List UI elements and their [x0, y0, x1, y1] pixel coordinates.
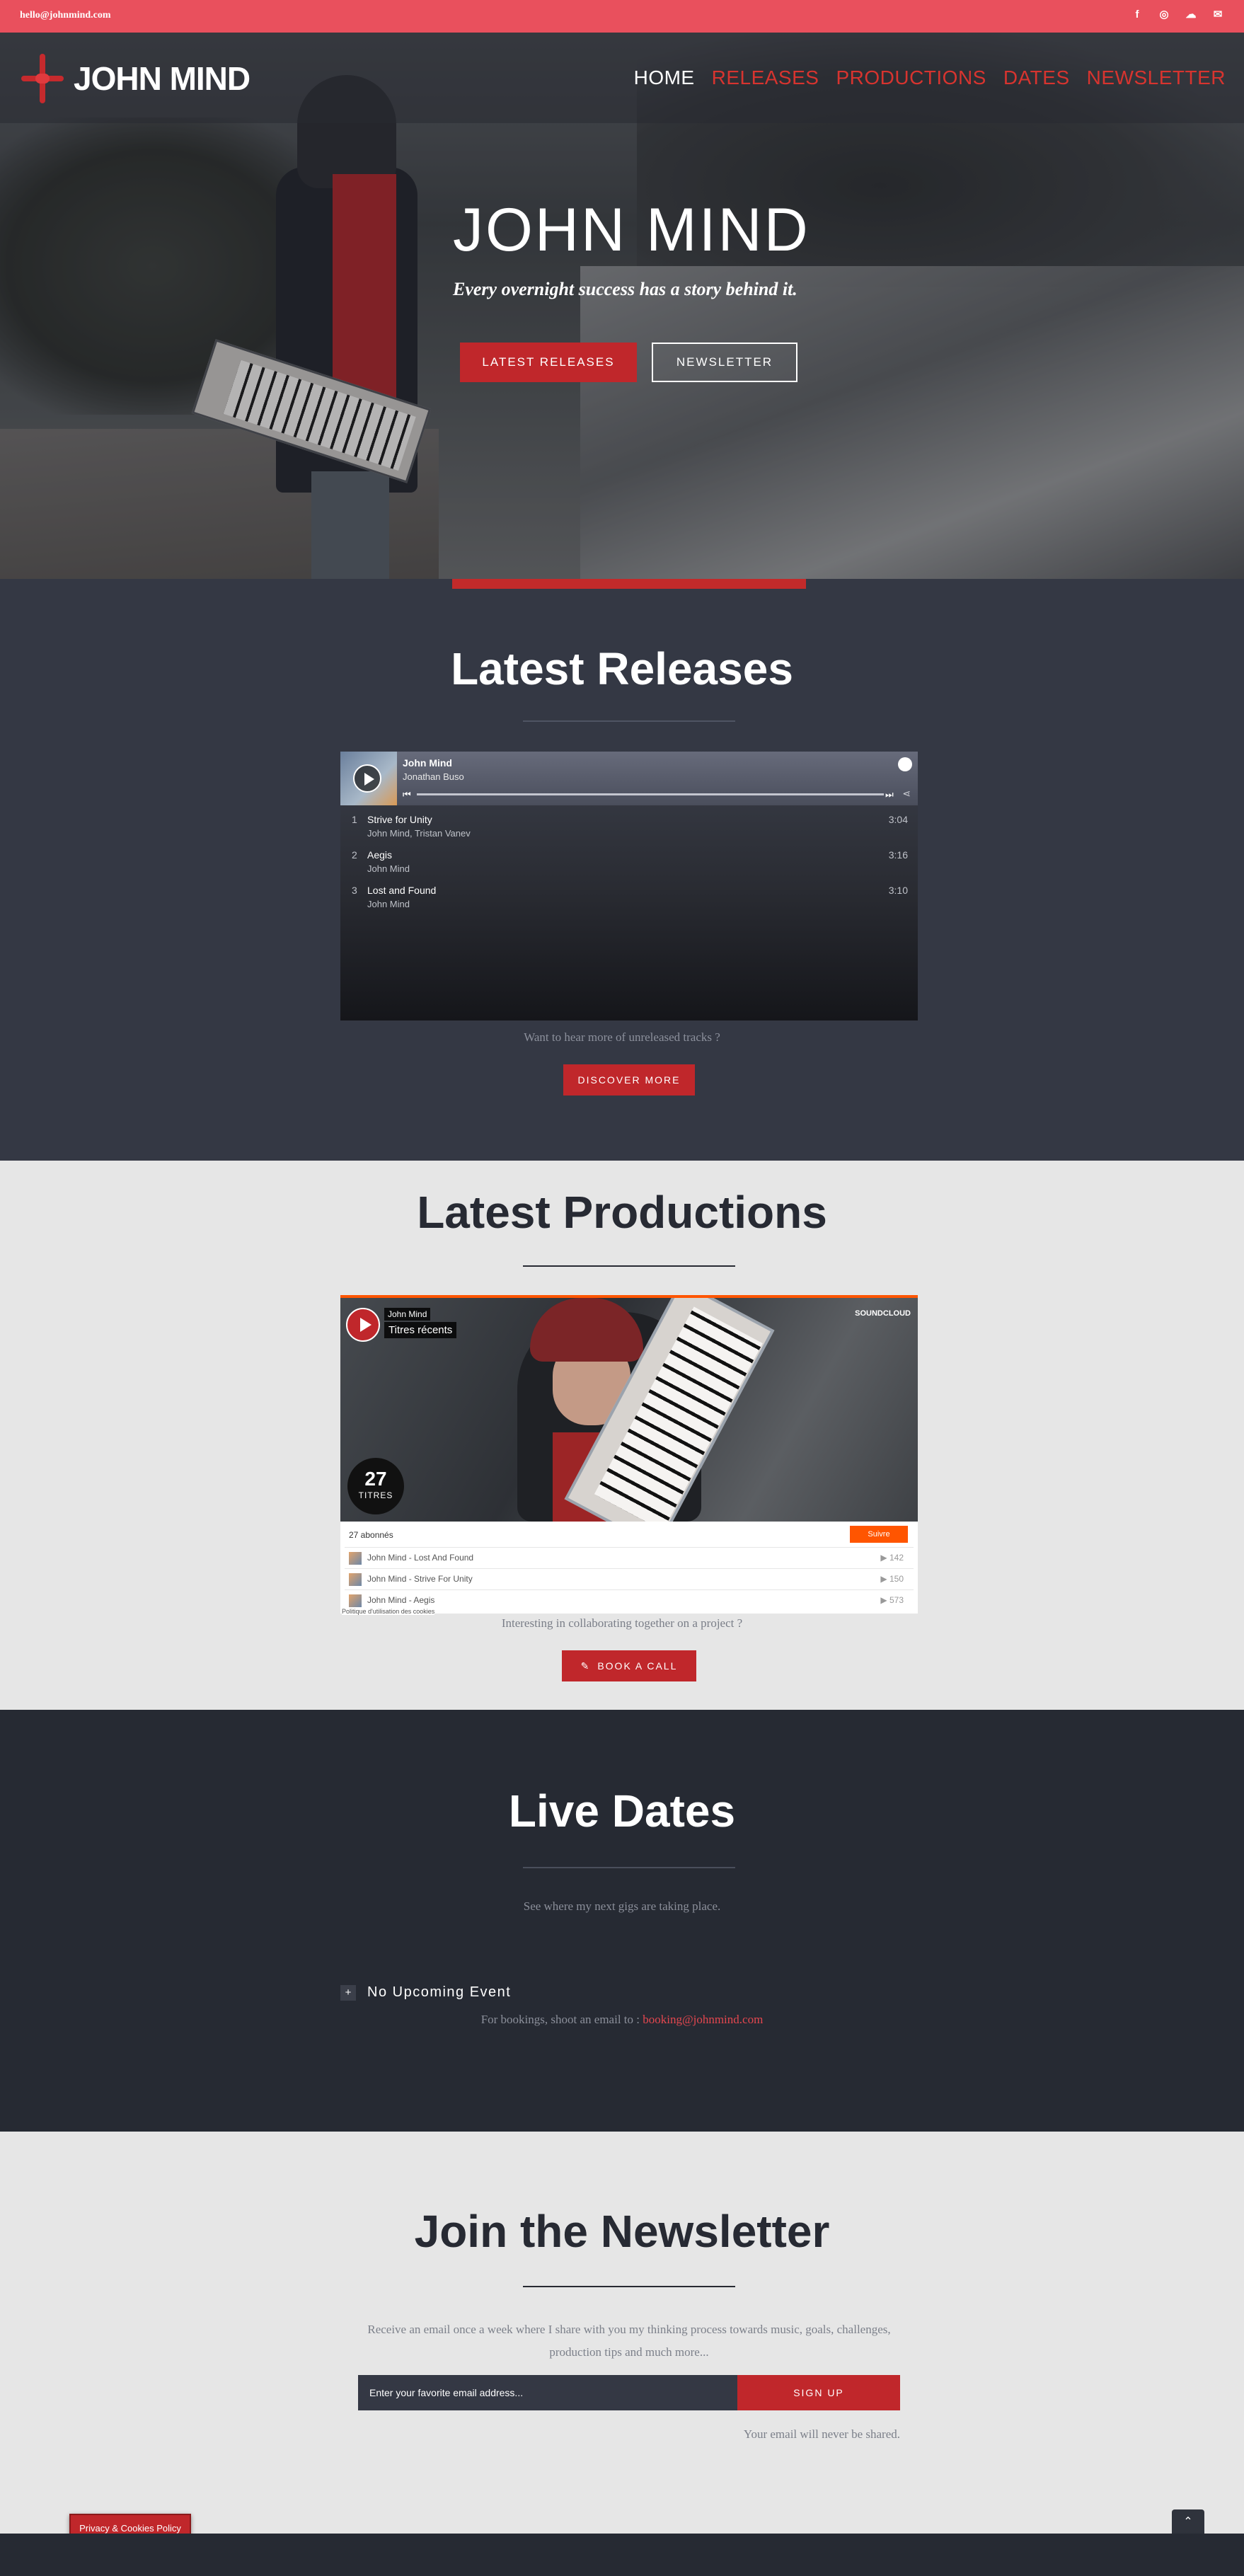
section-title: Latest Releases — [451, 643, 793, 694]
edit-icon: ✎ — [580, 1660, 591, 1672]
newsletter-form: Enter your favorite email address... SIG… — [358, 2375, 900, 2410]
share-icon[interactable]: ⋖ — [902, 788, 911, 800]
privacy-note: Your email will never be shared. — [743, 2427, 900, 2441]
track-duration: 3:16 — [888, 849, 908, 861]
section-title: Live Dates — [508, 1786, 736, 1836]
event-label: No Upcoming Event — [367, 1984, 512, 2000]
previous-icon[interactable]: ⏮ — [403, 789, 411, 800]
releases-hint: Want to hear more of unreleased tracks ? — [524, 1030, 720, 1044]
nav-productions[interactable]: PRODUCTIONS — [836, 67, 986, 89]
productions-section: Latest Productions John Mind Titres réce… — [0, 1161, 1244, 1710]
email-field[interactable]: Enter your favorite email address... — [358, 2375, 737, 2410]
book-a-call-button[interactable]: ✎ BOOK A CALL — [562, 1650, 696, 1681]
sign-up-button[interactable]: SIGN UP — [737, 2375, 900, 2410]
list-item[interactable]: John Mind - Strive For Unity ▶ 150 — [345, 1568, 914, 1588]
instagram-icon[interactable]: ◎ — [1158, 8, 1170, 21]
track-thumbnail — [349, 1573, 362, 1586]
hero-text: JOHN MIND Every overnight success has a … — [453, 198, 877, 300]
nav-home[interactable]: HOME — [634, 67, 695, 89]
soundcloud-player: John Mind Titres récents SOUNDCLOUD 27 T… — [340, 1295, 918, 1615]
main-navbar: JOHN MIND HOME RELEASES PRODUCTIONS DATE… — [0, 33, 1244, 123]
followers-count: 27 abonnés — [349, 1530, 393, 1540]
player-artist[interactable]: John Mind — [403, 757, 452, 769]
divider — [523, 1867, 735, 1868]
dates-section: Live Dates See where my next gigs are ta… — [0, 1710, 1244, 2132]
divider — [523, 1265, 735, 1267]
soundcloud-logo[interactable]: SOUNDCLOUD — [855, 1309, 911, 1318]
spotify-icon[interactable] — [898, 757, 912, 771]
cookie-policy-link[interactable]: Politique d'utilisation des cookies — [342, 1608, 435, 1615]
section-title: Join the Newsletter — [414, 2206, 830, 2257]
logo-mark-icon — [21, 54, 64, 103]
track-artists: John Mind, Tristan Vanev — [367, 828, 471, 839]
nav-dates[interactable]: DATES — [1003, 67, 1070, 89]
section-title: Latest Productions — [417, 1187, 827, 1238]
plus-icon[interactable]: + — [340, 1984, 356, 2001]
list-item[interactable]: John Mind - Aegis ▶ 573 — [345, 1589, 914, 1608]
logo-text: JOHN MIND — [74, 60, 250, 97]
newsletter-button[interactable]: NEWSLETTER — [652, 343, 797, 382]
track-title: Strive for Unity — [367, 814, 432, 825]
hero-title: JOHN MIND — [453, 196, 810, 264]
nav-newsletter[interactable]: NEWSLETTER — [1087, 67, 1226, 89]
play-icon[interactable] — [346, 1308, 380, 1342]
social-links: f ◎ ☁ ✉ — [1131, 8, 1224, 21]
discover-more-button[interactable]: DISCOVER MORE — [563, 1064, 695, 1096]
follow-button[interactable]: Suivre — [850, 1526, 908, 1543]
track-title: Aegis — [367, 849, 393, 861]
hero-tagline: Every overnight success has a story behi… — [453, 279, 797, 299]
event-item[interactable]: + No Upcoming Event — [340, 1984, 511, 2001]
mail-icon[interactable]: ✉ — [1211, 8, 1224, 21]
track-thumbnail — [349, 1552, 362, 1565]
top-bar: hello@johnmind.com f ◎ ☁ ✉ — [0, 0, 1244, 33]
track-duration: 3:04 — [888, 814, 908, 825]
contact-email-link[interactable]: hello@johnmind.com — [20, 10, 111, 21]
facebook-icon[interactable]: f — [1131, 8, 1144, 21]
player-subtitle: Jonathan Buso — [403, 771, 464, 782]
track-title: Lost and Found — [367, 885, 437, 896]
newsletter-section: Join the Newsletter Receive an email onc… — [0, 2132, 1244, 2542]
track-count-badge: 27 TITRES — [347, 1458, 404, 1514]
track-row[interactable]: 3 Lost and Found John Mind 3:10 — [340, 882, 918, 917]
nav-releases[interactable]: RELEASES — [712, 67, 819, 89]
soundcloud-icon[interactable]: ☁ — [1185, 8, 1197, 21]
releases-section: Latest Releases John Mind Jonathan Buso … — [0, 579, 1244, 1161]
booking-line: For bookings, shoot an email to : bookin… — [480, 2013, 764, 2026]
hero-accent-bar — [452, 579, 806, 589]
track-duration: 3:10 — [888, 885, 908, 896]
spotify-player: John Mind Jonathan Buso ⏮ ⏭ ⋖ 1 Strive f… — [340, 752, 918, 1020]
chevron-up-icon[interactable]: ⌃ — [1172, 2509, 1204, 2534]
next-icon[interactable]: ⏭ — [885, 789, 894, 800]
divider — [523, 2286, 735, 2287]
track-row[interactable]: 1 Strive for Unity John Mind, Tristan Va… — [340, 811, 918, 846]
track-row[interactable]: 2 Aegis John Mind 3:16 — [340, 846, 918, 882]
footer — [0, 2534, 1244, 2576]
latest-releases-button[interactable]: LATEST RELEASES — [460, 343, 637, 382]
play-icon[interactable] — [353, 764, 381, 793]
booking-email-link[interactable]: booking@johnmind.com — [643, 2013, 763, 2026]
playlist-title[interactable]: Titres récents — [384, 1322, 457, 1338]
list-item[interactable]: John Mind - Lost And Found ▶ 142 — [345, 1547, 914, 1567]
divider — [523, 720, 735, 722]
dates-lead: See where my next gigs are taking place. — [523, 1899, 721, 1913]
soundcloud-user[interactable]: John Mind — [384, 1308, 431, 1321]
newsletter-description: Receive an email once a week where I sha… — [367, 2323, 891, 2359]
productions-hint: Interesting in collaborating together on… — [501, 1616, 743, 1630]
track-artists: John Mind — [367, 863, 410, 874]
track-artists: John Mind — [367, 899, 410, 909]
track-thumbnail — [349, 1594, 362, 1607]
main-nav: HOME RELEASES PRODUCTIONS DATES NEWSLETT… — [634, 67, 1226, 89]
site-logo[interactable]: JOHN MIND — [21, 54, 250, 103]
progress-bar[interactable] — [417, 793, 884, 795]
